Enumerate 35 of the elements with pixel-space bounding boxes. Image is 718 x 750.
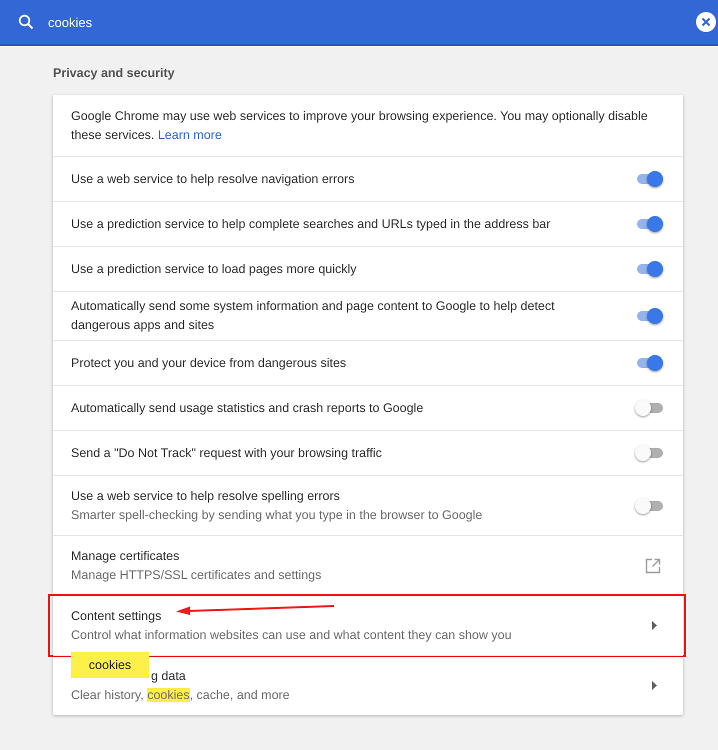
setting-description: Clear history, cookies, cache, and more: [71, 686, 290, 704]
search-match-highlight: cookies: [147, 688, 190, 702]
toggle-switch[interactable]: [635, 445, 663, 461]
toggle-switch[interactable]: [635, 355, 663, 371]
setting-title: Use a prediction service to load pages more quickly: [71, 260, 357, 278]
external-link-icon[interactable]: [645, 558, 661, 574]
toggle-switch[interactable]: [635, 261, 663, 277]
setting-title: Send a "Do Not Track" request with your browsing traffic: [71, 444, 382, 462]
search-icon: [18, 14, 34, 30]
toggle-switch[interactable]: [635, 171, 663, 187]
setting-title: Manage certificates: [71, 548, 180, 565]
intro-text: Google Chrome may use web services to improve your browsing experience. You may optionally disable these services. Learn more: [71, 108, 649, 144]
caret-icon[interactable]: [652, 681, 657, 690]
toggle-switch[interactable]: [635, 216, 663, 232]
search-bubble: cookies: [71, 652, 149, 678]
setting-description: Manage HTTPS/SSL certificates and settings: [71, 566, 322, 584]
toggle-switch[interactable]: [635, 498, 663, 514]
setting-title: g data: [151, 668, 186, 685]
setting-description: Control what information websites can use and what content they can show you: [71, 626, 512, 644]
learn-more-link[interactable]: Learn more: [158, 128, 222, 142]
toggle-switch[interactable]: [635, 308, 663, 324]
setting-title: Use a web service to help resolve spelling errors: [71, 488, 340, 505]
setting-title: Use a web service to help resolve navigation errors: [71, 170, 354, 188]
setting-title: Automatically send usage statistics and crash reports to Google: [71, 400, 424, 417]
search-field[interactable]: cookies: [48, 12, 696, 32]
section-title: Privacy and security: [53, 65, 176, 82]
setting-description: Smarter spell-checking by sending what you type in the browser to Google: [71, 506, 482, 524]
setting-title: Protect you and your device from dangerous sites: [71, 354, 346, 372]
setting-title: Use a prediction service to help complete searches and URLs typed in the address bar: [71, 216, 550, 233]
setting-title: Automatically send some system information and page content to Google to help detect dangerous apps and sites: [71, 298, 556, 334]
setting-title: Content settings: [71, 608, 162, 625]
toggle-switch[interactable]: [635, 400, 663, 416]
close-icon[interactable]: [696, 12, 716, 32]
caret-icon[interactable]: [652, 621, 657, 630]
search-bar[interactable]: cookies: [0, 0, 718, 46]
